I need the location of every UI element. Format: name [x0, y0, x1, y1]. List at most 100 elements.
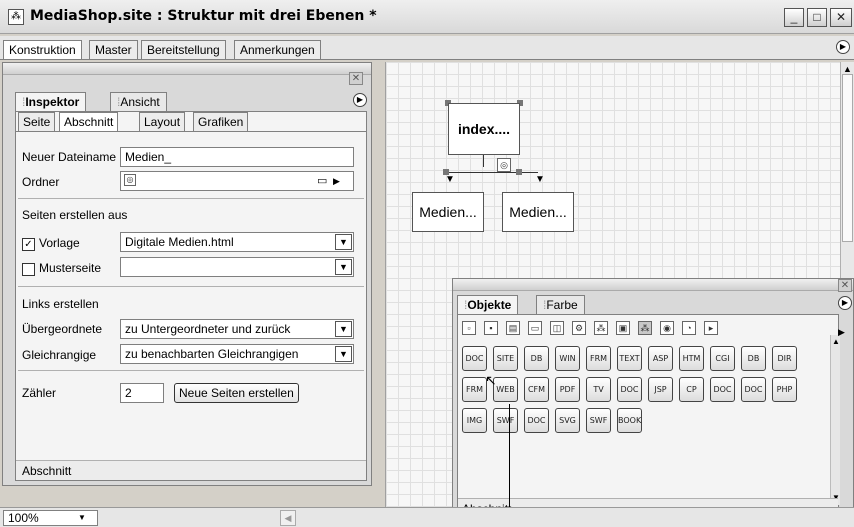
tab-master[interactable]: Master	[89, 40, 138, 59]
object-book-icon[interactable]: BOOK	[617, 408, 642, 433]
object-jsp-icon[interactable]: JSP	[648, 377, 673, 402]
object-doc-icon[interactable]: DOC	[462, 346, 487, 371]
object-category-tool[interactable]: ▪	[484, 321, 498, 335]
links-heading: Links erstellen	[22, 297, 99, 311]
bottom-status-bar: 100% ▼ ◀	[0, 507, 854, 527]
arrow-down-icon: ▼	[445, 174, 455, 185]
tab-menu-arrow-icon[interactable]: ▶	[836, 40, 850, 54]
object-category-tool[interactable]: ⁂	[594, 321, 608, 335]
object-category-toolbar: ▫ ▪ ▤ ▭ ◫ ⚙ ⁂ ▣ ⁂ ◉ ◔ ▸	[462, 321, 792, 337]
zoom-select[interactable]: 100% ▼	[3, 510, 98, 526]
chevron-down-icon[interactable]: ▼	[335, 321, 352, 337]
toolbar-arrow-right-icon[interactable]: ▶	[838, 327, 845, 338]
object-category-tool[interactable]: ▫	[462, 321, 476, 335]
tab-inspektor[interactable]: ⁞Inspektor	[15, 92, 87, 111]
tab-farbe[interactable]: ⁞Farbe	[536, 295, 585, 314]
object-category-tool[interactable]: ⁂	[638, 321, 652, 335]
folder-input[interactable]: ◎ ▭ ▶	[120, 171, 354, 191]
tab-layout[interactable]: Layout	[139, 112, 186, 131]
panel-menu-arrow-icon[interactable]: ▶	[353, 93, 367, 107]
close-icon[interactable]: ✕	[838, 279, 852, 292]
object-category-tool[interactable]: ◔	[682, 321, 696, 335]
object-pdf-icon[interactable]: PDF	[555, 377, 580, 402]
create-new-pages-button[interactable]: Neue Seiten erstellen	[174, 383, 299, 403]
scroll-up-icon[interactable]: ▲	[843, 64, 852, 74]
page-index[interactable]: index....	[448, 103, 520, 155]
object-htm-icon[interactable]: HTM	[679, 346, 704, 371]
object-cp-icon[interactable]: CP	[679, 377, 704, 402]
tab-bereitstellung[interactable]: Bereitstellung	[141, 40, 226, 59]
object-grid: DOC SITE DB WIN FRM TEXT ASP HTM CGI DB DIR FRM WEB C…	[462, 346, 812, 456]
object-svg-icon[interactable]: SVG	[555, 408, 580, 433]
counter-input[interactable]: 2	[120, 383, 164, 403]
object-category-tool[interactable]: ▤	[506, 321, 520, 335]
object-web-icon[interactable]: WEB	[493, 377, 518, 402]
tab-grafiken[interactable]: Grafiken	[193, 112, 249, 131]
chevron-down-icon[interactable]: ▼	[335, 346, 352, 362]
arrow-right-icon[interactable]: ▶	[333, 173, 340, 189]
object-dir-icon[interactable]: DIR	[772, 346, 797, 371]
tab-ansicht[interactable]: ⁞Ansicht	[110, 92, 167, 111]
browse-folder-icon[interactable]: ▭	[317, 173, 327, 189]
object-win-icon[interactable]: WIN	[555, 346, 580, 371]
scroll-up-icon[interactable]: ▲	[832, 337, 840, 346]
object-category-tool[interactable]: ◫	[550, 321, 564, 335]
tab-divider	[16, 131, 366, 132]
page-medien-1[interactable]: Medien...	[412, 192, 484, 232]
connector-line	[483, 155, 484, 167]
tab-abschnitt[interactable]: Abschnitt	[59, 112, 119, 131]
link-icon[interactable]: ◎	[497, 158, 511, 172]
object-category-tool[interactable]: ▸	[704, 321, 718, 335]
template-checkbox[interactable]: ✓	[22, 238, 35, 251]
object-img-icon[interactable]: IMG	[462, 408, 487, 433]
objects-scrollbar[interactable]: ▲ ▼	[830, 335, 840, 505]
tab-konstruktion[interactable]: Konstruktion	[3, 40, 82, 59]
panel-menu-arrow-icon[interactable]: ▶	[838, 296, 852, 310]
object-frm-icon[interactable]: FRM	[462, 377, 487, 402]
object-db-icon[interactable]: DB	[741, 346, 766, 371]
point-file-icon[interactable]: ◎	[124, 174, 136, 186]
tab-anmerkungen[interactable]: Anmerkungen	[234, 40, 321, 59]
master-checkbox[interactable]	[22, 263, 35, 276]
object-frm-icon[interactable]: FRM	[586, 346, 611, 371]
close-button[interactable]: ✕	[830, 8, 852, 27]
close-icon[interactable]: ✕	[349, 72, 363, 85]
chevron-down-icon[interactable]: ▼	[335, 234, 352, 250]
object-cfm-icon[interactable]: CFM	[524, 377, 549, 402]
object-doc-icon[interactable]: DOC	[710, 377, 735, 402]
object-swf-icon[interactable]: SWF	[493, 408, 518, 433]
maximize-button[interactable]: □	[807, 8, 827, 27]
resize-handle[interactable]	[516, 169, 522, 175]
object-swf-icon[interactable]: SWF	[586, 408, 611, 433]
object-text-icon[interactable]: TEXT	[617, 346, 642, 371]
tab-objekte[interactable]: ⁞Objekte	[457, 295, 519, 314]
object-asp-icon[interactable]: ASP	[648, 346, 673, 371]
master-select[interactable]: ▼	[120, 257, 354, 277]
object-cgi-icon[interactable]: CGI	[710, 346, 735, 371]
panel-header	[3, 63, 371, 75]
template-select[interactable]: Digitale Medien.html ▼	[120, 232, 354, 252]
object-site-icon[interactable]: SITE	[493, 346, 518, 371]
scroll-thumb[interactable]	[842, 74, 853, 242]
object-category-tool[interactable]: ▣	[616, 321, 630, 335]
sibling-select[interactable]: zu benachbarten Gleichrangigen ▼	[120, 344, 354, 364]
object-db-icon[interactable]: DB	[524, 346, 549, 371]
parent-select[interactable]: zu Untergeordneter und zurück ▼	[120, 319, 354, 339]
object-doc-icon[interactable]: DOC	[524, 408, 549, 433]
minimize-button[interactable]: _	[784, 8, 804, 27]
page-medien-2[interactable]: Medien...	[502, 192, 574, 232]
object-category-tool[interactable]: ⚙	[572, 321, 586, 335]
object-doc-icon[interactable]: DOC	[741, 377, 766, 402]
object-category-tool[interactable]: ◉	[660, 321, 674, 335]
object-category-tool[interactable]: ▭	[528, 321, 542, 335]
chevron-down-icon[interactable]: ▼	[78, 511, 86, 525]
object-tv-icon[interactable]: TV	[586, 377, 611, 402]
chevron-down-icon[interactable]: ▼	[335, 259, 352, 275]
tab-seite[interactable]: Seite	[18, 112, 56, 131]
scroll-left-icon[interactable]: ◀	[280, 510, 296, 526]
object-doc-icon[interactable]: DOC	[617, 377, 642, 402]
object-php-icon[interactable]: PHP	[772, 377, 797, 402]
template-label: Vorlage	[39, 236, 80, 250]
new-filename-input[interactable]: Medien_	[120, 147, 354, 167]
objects-content: ▫ ▪ ▤ ▭ ◫ ⚙ ⁂ ▣ ⁂ ◉ ◔ ▸ DOC SITE DB WIN FRM TEXT ASP HTM CG…	[457, 314, 840, 519]
